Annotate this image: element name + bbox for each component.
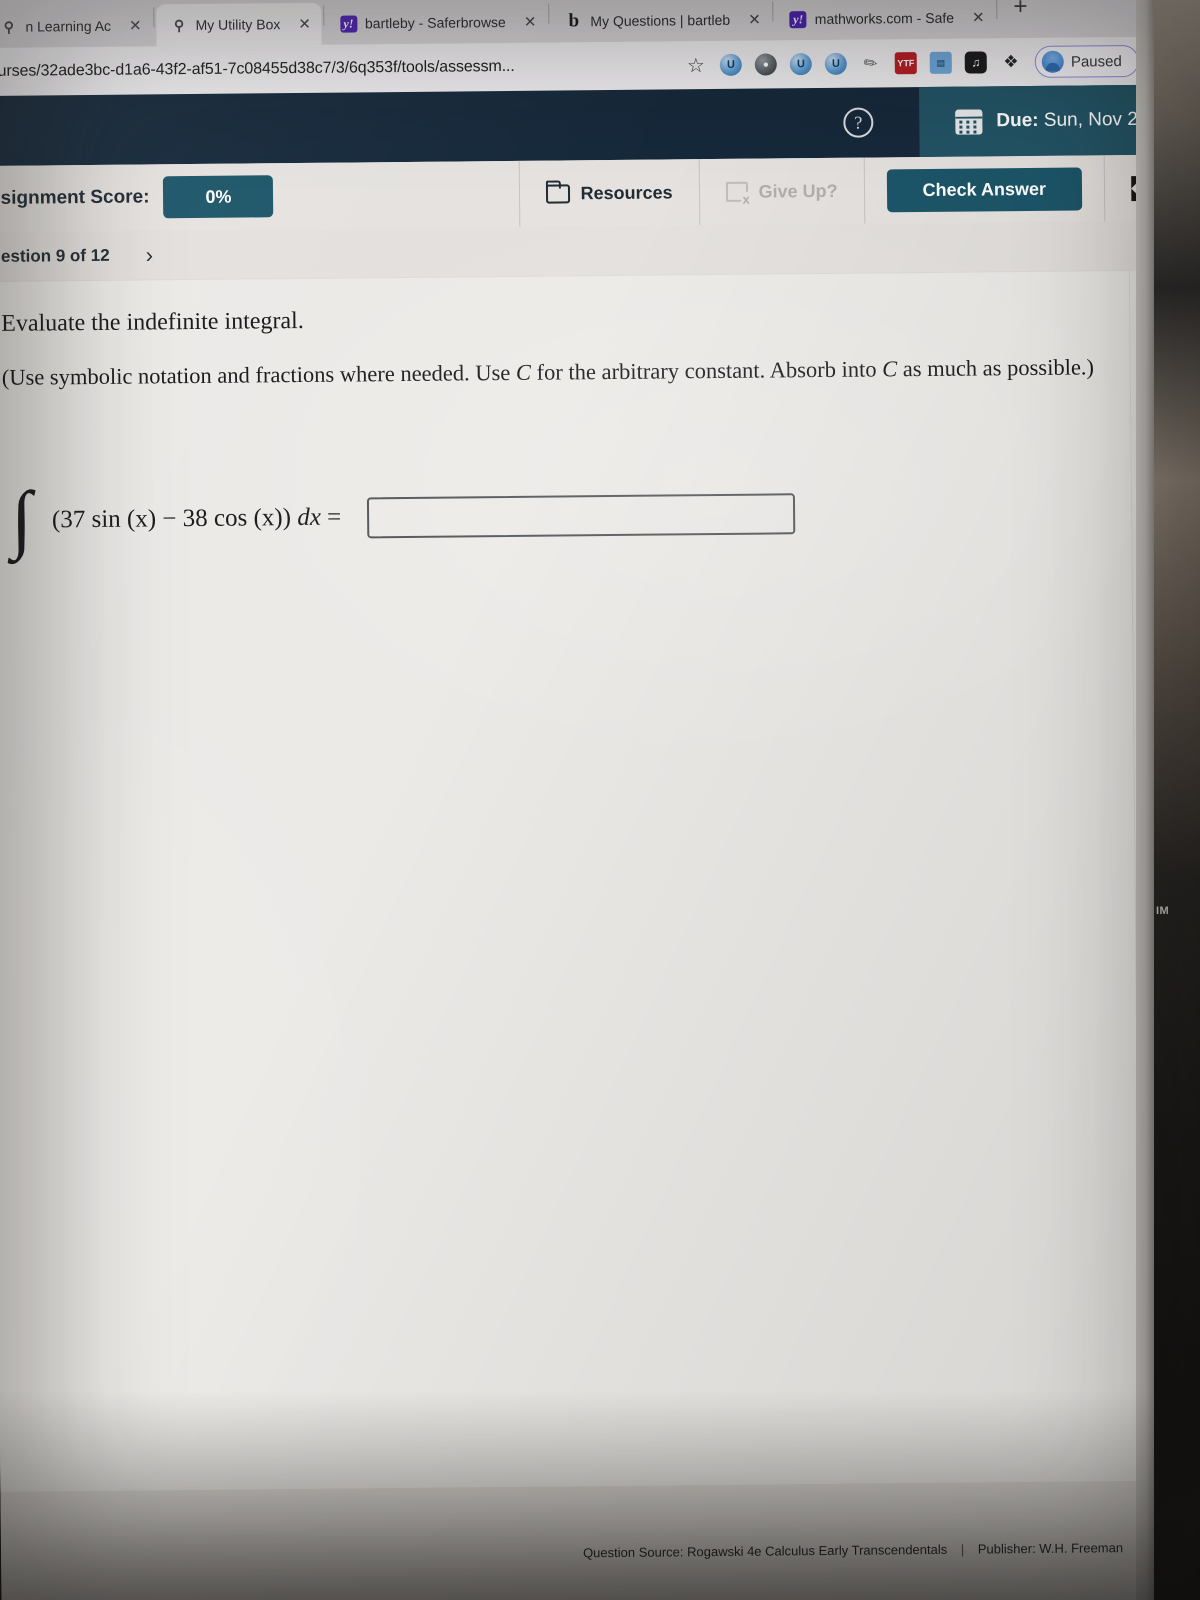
- profile-status-label: Paused: [1070, 52, 1122, 71]
- next-question-chevron-icon[interactable]: ›: [146, 242, 154, 268]
- tab-separator: [548, 3, 550, 24]
- question-counter: uestion 9 of 12: [0, 245, 110, 266]
- instructions-pre: (Use symbolic notation and fractions whe…: [1, 359, 517, 390]
- assignment-score-value: 0%: [163, 175, 274, 219]
- integrand-expression: (37 sin (x) − 38 cos (x)) dx =: [52, 504, 342, 535]
- profile-paused-button[interactable]: Paused: [1034, 44, 1139, 78]
- tab-separator: [153, 7, 155, 28]
- instructions-mid: for the arbitrary constant. Absorb into: [530, 356, 883, 385]
- browser-tab-4[interactable]: y! mathworks.com - Safe ✕: [776, 0, 995, 40]
- extension-pen-icon[interactable]: ✎: [856, 48, 887, 79]
- tab-separator: [772, 1, 774, 22]
- yahoo-icon: y!: [339, 14, 358, 33]
- integrand: (37 sin (x) − 38 cos (x)): [51, 504, 292, 534]
- url-text: ourses/32ade3bc-d1a6-43f2-af51-7c08455d3…: [0, 57, 515, 80]
- constant-symbol-2: C: [882, 356, 898, 382]
- search-icon: ⚲: [3, 18, 15, 35]
- resources-label: Resources: [580, 181, 673, 203]
- integral-expression-row: ∫ (37 sin (x) − 38 cos (x)) dx =: [3, 476, 1102, 561]
- tab-title: My Utility Box: [195, 16, 281, 33]
- tab-title: n Learning Ac: [25, 17, 112, 35]
- resources-button[interactable]: Resources: [518, 159, 699, 227]
- calendar-icon: [955, 108, 983, 135]
- extension-ninja-icon[interactable]: ●: [754, 53, 778, 76]
- due-date-value: Sun, Nov 22: [1043, 108, 1149, 131]
- monitor-screen: ⚲ n Learning Ac ✕ ⚲ My Utility Box ✕ y! …: [0, 0, 1174, 1600]
- due-prefix: Due:: [996, 109, 1039, 132]
- extensions-puzzle-icon[interactable]: ❖: [1000, 51, 1022, 73]
- search-icon: ⚲: [173, 16, 185, 33]
- browser-toolbar-icons: ☆ U ● U U ✎ YTF ▤ ♫ ❖ Paused ⬆: [685, 44, 1174, 81]
- equals-sign: =: [326, 503, 342, 531]
- app-header: ? Due: Sun, Nov 22: [0, 84, 1174, 166]
- tab-close-icon[interactable]: ✕: [298, 15, 311, 33]
- question-prompt: Evaluate the indefinite integral.: [1, 307, 304, 337]
- browser-tab-2[interactable]: y! bartleby - Saferbrowse ✕: [326, 1, 547, 45]
- browser-tab-1[interactable]: ⚲ My Utility Box ✕: [156, 2, 322, 47]
- tab-title: bartleby - Saferbrowse: [364, 14, 506, 32]
- extension-blue3-icon[interactable]: U: [824, 52, 848, 75]
- question-panel: Evaluate the indefinite integral. (Use s…: [0, 271, 1141, 1492]
- tab-close-icon[interactable]: ✕: [972, 8, 985, 26]
- avatar: [1041, 50, 1065, 73]
- photo-of-screen: ⚲ n Learning Ac ✕ ⚲ My Utility Box ✕ y! …: [0, 0, 1200, 1600]
- due-text: Due: Sun, Nov 22: [996, 109, 1148, 132]
- answer-input[interactable]: [367, 492, 796, 538]
- tab-title: mathworks.com - Safe: [814, 9, 955, 28]
- footer-separator: |: [960, 1541, 965, 1557]
- yahoo-icon: y!: [789, 10, 807, 28]
- give-up-icon: [725, 181, 748, 202]
- check-answer-container: Check Answer: [863, 155, 1105, 224]
- background-room: IM: [1154, 0, 1200, 1600]
- extension-blue2-icon[interactable]: U: [789, 53, 813, 76]
- assignment-toolbar: ssignment Score: 0% Resources Give Up? C…: [0, 154, 1174, 232]
- publisher: Publisher: W.H. Freeman: [977, 1540, 1124, 1557]
- background-text: IM: [1156, 905, 1170, 917]
- help-icon[interactable]: ?: [843, 107, 874, 138]
- question-instructions: (Use symbolic notation and fractions whe…: [2, 351, 1100, 394]
- question-content: Evaluate the indefinite integral. (Use s…: [0, 271, 1131, 561]
- check-answer-button[interactable]: Check Answer: [886, 166, 1083, 212]
- instructions-post: as much as possible.): [897, 354, 1095, 382]
- tab-separator: [322, 5, 324, 26]
- constant-symbol-1: C: [515, 359, 532, 385]
- extension-news-icon[interactable]: ▤: [929, 51, 953, 74]
- browser-tab-3[interactable]: b My Questions | bartleb ✕: [551, 0, 771, 43]
- integral-sign-icon: ∫: [10, 476, 33, 561]
- folder-icon: [545, 183, 570, 204]
- tab-close-icon[interactable]: ✕: [524, 13, 537, 31]
- new-tab-button[interactable]: +: [999, 0, 1041, 25]
- differential-dx: dx: [297, 503, 321, 532]
- tab-separator: [996, 0, 998, 20]
- give-up-label: Give Up?: [758, 180, 838, 202]
- url-input[interactable]: ourses/32ade3bc-d1a6-43f2-af51-7c08455d3…: [0, 48, 685, 89]
- tab-title: My Questions | bartleb: [590, 11, 731, 30]
- monitor-bezel: [1136, 0, 1154, 1600]
- extension-blue-icon[interactable]: U: [719, 53, 743, 76]
- give-up-button[interactable]: Give Up?: [698, 157, 864, 226]
- page-background-below: [0, 1480, 1142, 1600]
- tab-close-icon[interactable]: ✕: [129, 17, 142, 35]
- extension-ytf-icon[interactable]: YTF: [894, 52, 918, 75]
- calendar-dots: [959, 119, 978, 134]
- bartleby-icon: b: [568, 10, 580, 32]
- browser-tab-0[interactable]: ⚲ n Learning Ac ✕: [0, 4, 152, 48]
- extension-music-icon[interactable]: ♫: [964, 51, 988, 74]
- toolbar-spacer: [273, 194, 518, 196]
- assignment-score-label: ssignment Score:: [0, 186, 150, 209]
- tab-close-icon[interactable]: ✕: [748, 11, 761, 29]
- bookmark-star-icon[interactable]: ☆: [685, 54, 707, 77]
